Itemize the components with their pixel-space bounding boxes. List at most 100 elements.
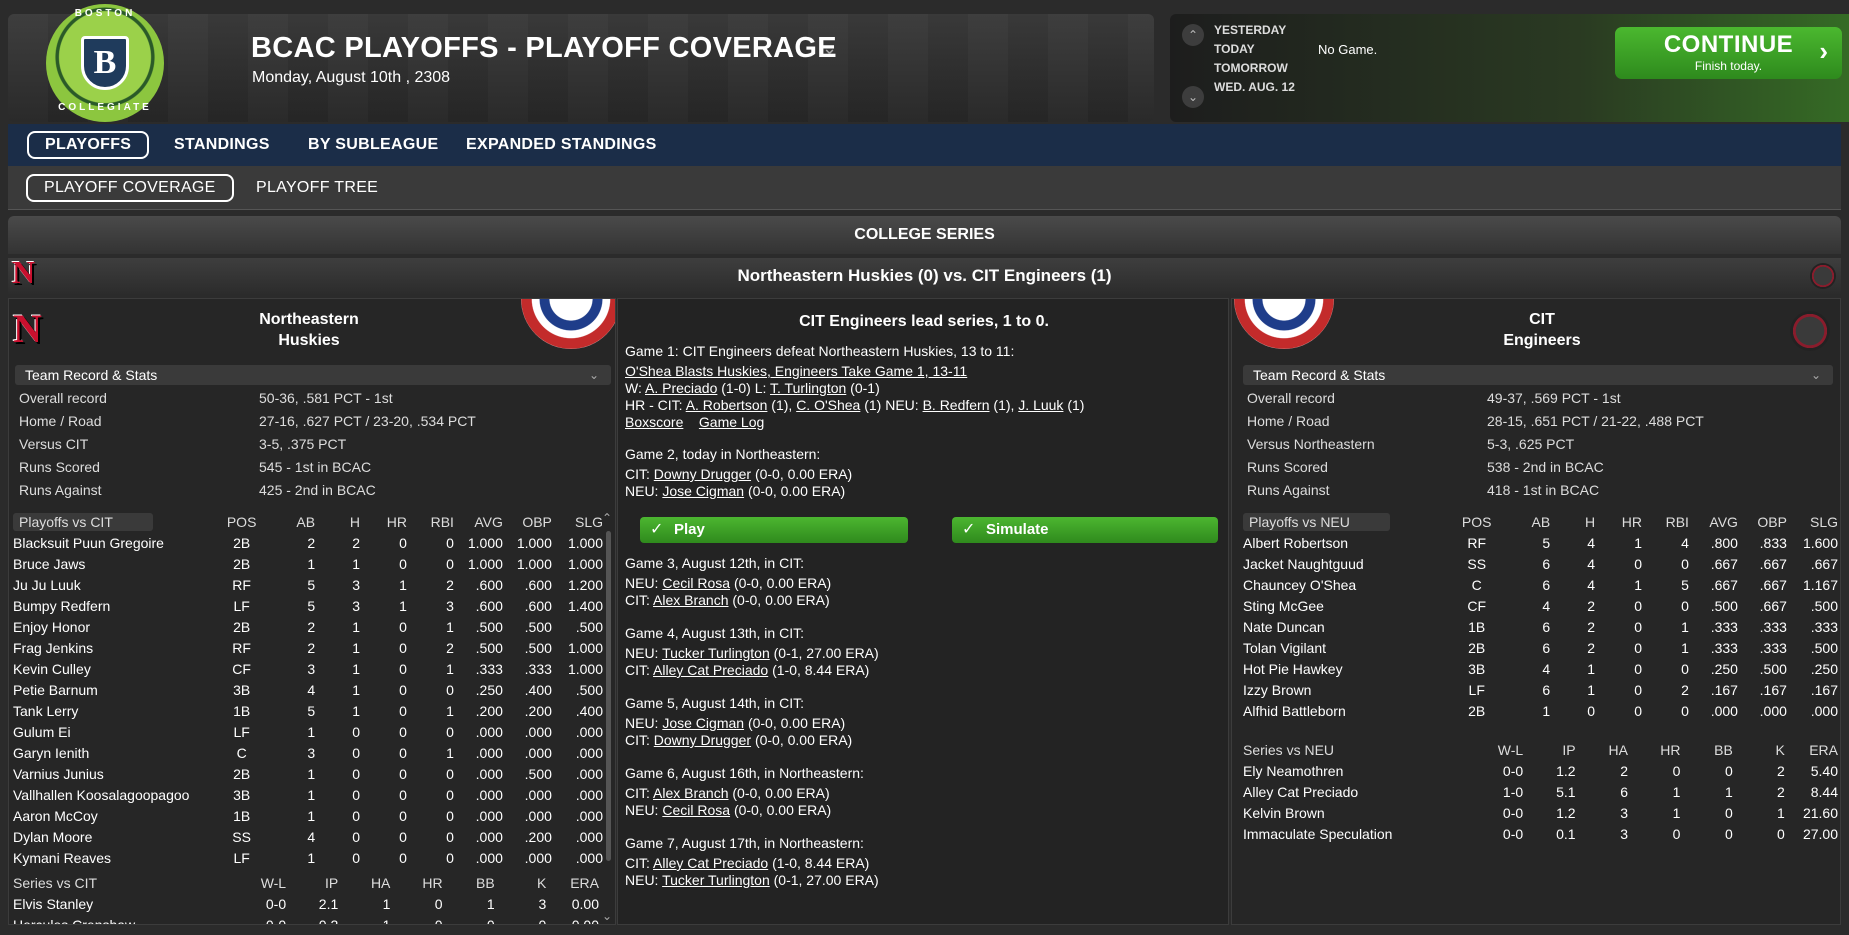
pitcher-name[interactable]: Kelvin Brown <box>1243 802 1461 823</box>
player-name[interactable]: Alfhid Battleborn <box>1243 700 1452 721</box>
probable-pitcher-link[interactable]: Alley Cat Preciado <box>653 855 768 871</box>
day-tomorrow[interactable]: TOMORROW <box>1214 61 1288 75</box>
table-row[interactable]: Enjoy Honor 2B 2 1 0 1 .500 .500 .500 <box>13 616 603 637</box>
probable-pitcher-link[interactable]: Alex Branch <box>653 785 728 801</box>
subtab-playoff-coverage[interactable]: PLAYOFF COVERAGE <box>26 174 234 202</box>
player-name[interactable]: Kevin Culley <box>13 658 217 679</box>
subtab-playoff-tree[interactable]: PLAYOFF TREE <box>256 179 378 197</box>
player-name[interactable]: Jacket Naughtguud <box>1243 553 1452 574</box>
player-name[interactable]: Nate Duncan <box>1243 616 1452 637</box>
hr-player-link[interactable]: B. Redfern <box>923 397 990 413</box>
player-name[interactable]: Aaron McCoy <box>13 805 217 826</box>
column-header[interactable]: POS <box>217 511 266 532</box>
gamelog-link[interactable]: Game Log <box>699 414 764 430</box>
column-header[interactable]: HA <box>338 872 390 893</box>
pitcher-name[interactable]: Ely Neamothren <box>1243 760 1461 781</box>
scroll-down-icon[interactable]: ⌄ <box>602 909 612 923</box>
table-row[interactable]: Blacksuit Puun Gregoire 2B 2 2 0 0 1.000 1.000 1… <box>13 532 603 553</box>
day-next[interactable]: WED. AUG. 12 <box>1214 80 1295 94</box>
column-header[interactable]: HA <box>1576 739 1628 760</box>
player-name[interactable]: Petie Barnum <box>13 679 217 700</box>
boxscore-link[interactable]: Boxscore <box>625 414 683 430</box>
table-row[interactable]: Tank Lerry 1B 5 1 0 1 .200 .200 .400 <box>13 700 603 721</box>
column-header[interactable]: SLG <box>1787 511 1838 532</box>
column-header[interactable]: BB <box>1680 739 1733 760</box>
player-name[interactable]: Garyn Ienith <box>13 742 217 763</box>
table-row[interactable]: Garyn Ienith C 3 0 0 1 .000 .000 .000 <box>13 742 603 763</box>
player-name[interactable]: Chauncey O'Shea <box>1243 574 1452 595</box>
column-header[interactable]: RBI <box>1642 511 1689 532</box>
chevron-up-icon[interactable]: ⌃ <box>1182 24 1204 46</box>
tab-expanded-standings[interactable]: EXPANDED STANDINGS <box>466 136 657 154</box>
player-name[interactable]: Sting McGee <box>1243 595 1452 616</box>
table-row[interactable]: Bumpy Redfern LF 5 3 1 3 .600 .600 1.400 <box>13 595 603 616</box>
column-header[interactable]: ERA <box>546 872 599 893</box>
probable-pitcher-link[interactable]: Jose Cigman <box>662 715 744 731</box>
column-header[interactable]: K <box>495 872 546 893</box>
column-header[interactable]: HR <box>360 511 407 532</box>
column-header[interactable]: OBP <box>503 511 552 532</box>
column-header[interactable]: BB <box>443 872 495 893</box>
probable-pitcher-link[interactable]: Downy Drugger <box>654 466 751 482</box>
table-row[interactable]: Bruce Jaws 2B 1 1 0 0 1.000 1.000 1.000 <box>13 553 603 574</box>
column-header[interactable]: POS <box>1452 511 1501 532</box>
player-name[interactable]: Tolan Vigilant <box>1243 637 1452 658</box>
batting-filter-dropdown[interactable]: Playoffs vs NEU <box>1243 511 1452 532</box>
probable-pitcher-link[interactable]: Cecil Rosa <box>662 575 730 591</box>
tab-playoffs[interactable]: PLAYOFFS <box>27 131 150 159</box>
table-row[interactable]: Kymani Reaves LF 1 0 0 0 .000 .000 .000 <box>13 847 603 868</box>
tab-by-subleague[interactable]: BY SUBLEAGUE <box>308 136 438 154</box>
player-name[interactable]: Bumpy Redfern <box>13 595 217 616</box>
probable-pitcher-link[interactable]: Alex Branch <box>653 592 728 608</box>
player-name[interactable]: Tank Lerry <box>13 700 217 721</box>
player-name[interactable]: Enjoy Honor <box>13 616 217 637</box>
column-header[interactable]: H <box>1550 511 1595 532</box>
left-scrollbar[interactable] <box>606 531 611 861</box>
table-row[interactable]: Hot Pie Hawkey 3B 4 1 0 0 .250 .500 .250 <box>1243 658 1838 679</box>
pitcher-name[interactable]: Hercules Crenshaw <box>13 914 225 925</box>
player-name[interactable]: Hot Pie Hawkey <box>1243 658 1452 679</box>
table-row[interactable]: Kelvin Brown 0-0 1.2 3 1 0 1 21.60 <box>1243 802 1838 823</box>
player-name[interactable]: Bruce Jaws <box>13 553 217 574</box>
player-name[interactable]: Ju Ju Luuk <box>13 574 217 595</box>
table-row[interactable]: Kevin Culley CF 3 1 0 1 .333 .333 1.000 <box>13 658 603 679</box>
chevron-down-icon[interactable]: ⌄ <box>822 38 844 60</box>
table-row[interactable]: Izzy Brown LF 6 1 0 2 .167 .167 .167 <box>1243 679 1838 700</box>
table-row[interactable]: Sting McGee CF 4 2 0 0 .500 .667 .500 <box>1243 595 1838 616</box>
player-name[interactable]: Dylan Moore <box>13 826 217 847</box>
table-row[interactable]: Petie Barnum 3B 4 1 0 0 .250 .400 .500 <box>13 679 603 700</box>
column-header[interactable]: HR <box>1628 739 1680 760</box>
pitcher-name[interactable]: Elvis Stanley <box>13 893 225 914</box>
column-header[interactable]: AVG <box>454 511 503 532</box>
table-row[interactable]: Nate Duncan 1B 6 2 0 1 .333 .333 .333 <box>1243 616 1838 637</box>
probable-pitcher-link[interactable]: Tucker Turlington <box>662 872 770 888</box>
simulate-button[interactable]: ✓ Simulate <box>952 517 1218 543</box>
table-row[interactable]: Immaculate Speculation 0-0 0.1 3 0 0 0 27.00 <box>1243 823 1838 844</box>
column-header[interactable]: HR <box>390 872 442 893</box>
pitcher-name[interactable]: Immaculate Speculation <box>1243 823 1461 844</box>
player-name[interactable]: Izzy Brown <box>1243 679 1452 700</box>
column-header[interactable]: W-L <box>225 872 286 893</box>
column-header[interactable]: ERA <box>1785 739 1838 760</box>
column-header[interactable]: RBI <box>407 511 454 532</box>
chevron-down-icon[interactable]: ⌄ <box>1182 86 1204 108</box>
day-today[interactable]: TODAY <box>1214 42 1255 56</box>
losing-pitcher-link[interactable]: T. Turlington <box>770 380 846 396</box>
table-row[interactable]: Albert Robertson RF 5 4 1 4 .800 .833 1.600 <box>1243 532 1838 553</box>
table-row[interactable]: Ely Neamothren 0-0 1.2 2 0 0 2 5.40 <box>1243 760 1838 781</box>
continue-button[interactable]: CONTINUE Finish today. › <box>1615 27 1842 79</box>
column-header[interactable]: W-L <box>1461 739 1523 760</box>
probable-pitcher-link[interactable]: Alley Cat Preciado <box>653 662 768 678</box>
column-header[interactable]: AB <box>266 511 315 532</box>
player-name[interactable]: Frag Jenkins <box>13 637 217 658</box>
table-row[interactable]: Varnius Junius 2B 1 0 0 0 .000 .500 .000 <box>13 763 603 784</box>
table-row[interactable]: Alley Cat Preciado 1-0 5.1 6 1 1 2 8.44 <box>1243 781 1838 802</box>
player-name[interactable]: Vallhallen Koosalagoopagoo <box>13 784 217 805</box>
column-header[interactable]: HR <box>1595 511 1642 532</box>
game1-story-link[interactable]: O'Shea Blasts Huskies, Engineers Take Ga… <box>625 363 967 379</box>
column-header[interactable]: IP <box>1523 739 1575 760</box>
table-row[interactable]: Elvis Stanley 0-0 2.1 1 0 1 3 0.00 <box>13 893 599 914</box>
player-name[interactable]: Gulum Ei <box>13 721 217 742</box>
column-header[interactable]: OBP <box>1738 511 1787 532</box>
column-header[interactable]: AB <box>1501 511 1551 532</box>
